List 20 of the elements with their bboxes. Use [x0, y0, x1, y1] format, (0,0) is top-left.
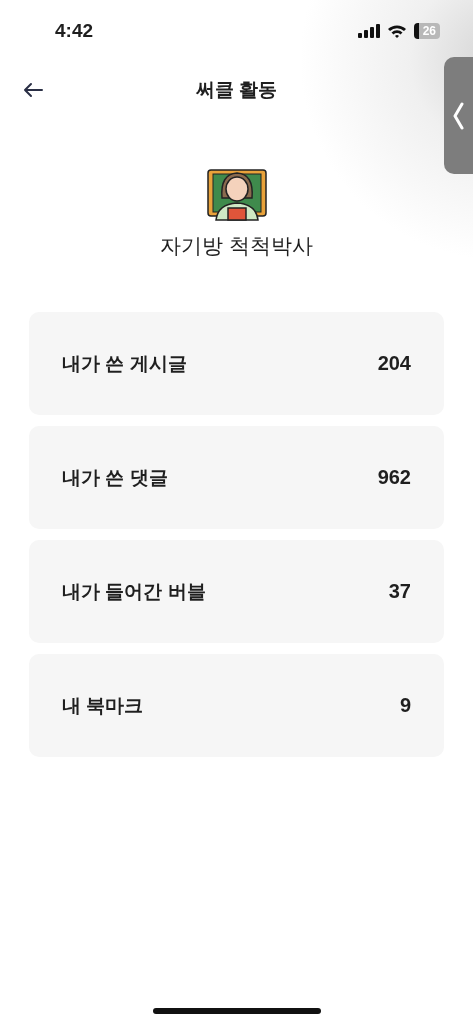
stat-count: 204	[377, 352, 411, 375]
stat-count: 9	[399, 694, 411, 717]
page-title: 써클 활동	[195, 78, 278, 102]
avatar-drawing	[205, 168, 268, 222]
signal-icon	[357, 24, 380, 38]
profile-name: 자기방 척척박사	[160, 233, 313, 259]
stat-label: 내 북마크	[62, 693, 144, 718]
stat-card[interactable]: 내 북마크 9	[29, 654, 444, 757]
stat-card[interactable]: 내가 쓴 댓글 962	[29, 426, 444, 529]
side-panel-handle[interactable]	[444, 57, 473, 174]
battery-level: 26	[413, 23, 440, 39]
stat-count: 962	[377, 466, 411, 489]
stat-label: 내가 들어간 버블	[62, 579, 206, 604]
stat-card[interactable]: 내가 들어간 버블 37	[29, 540, 444, 643]
wifi-icon	[386, 24, 407, 38]
stat-card[interactable]: 내가 쓴 게시글 204	[29, 312, 444, 415]
stat-label: 내가 쓴 게시글	[62, 351, 187, 376]
stat-count: 37	[388, 580, 411, 603]
status-time: 4:42	[55, 20, 94, 42]
stat-label: 내가 쓴 댓글	[62, 465, 168, 490]
